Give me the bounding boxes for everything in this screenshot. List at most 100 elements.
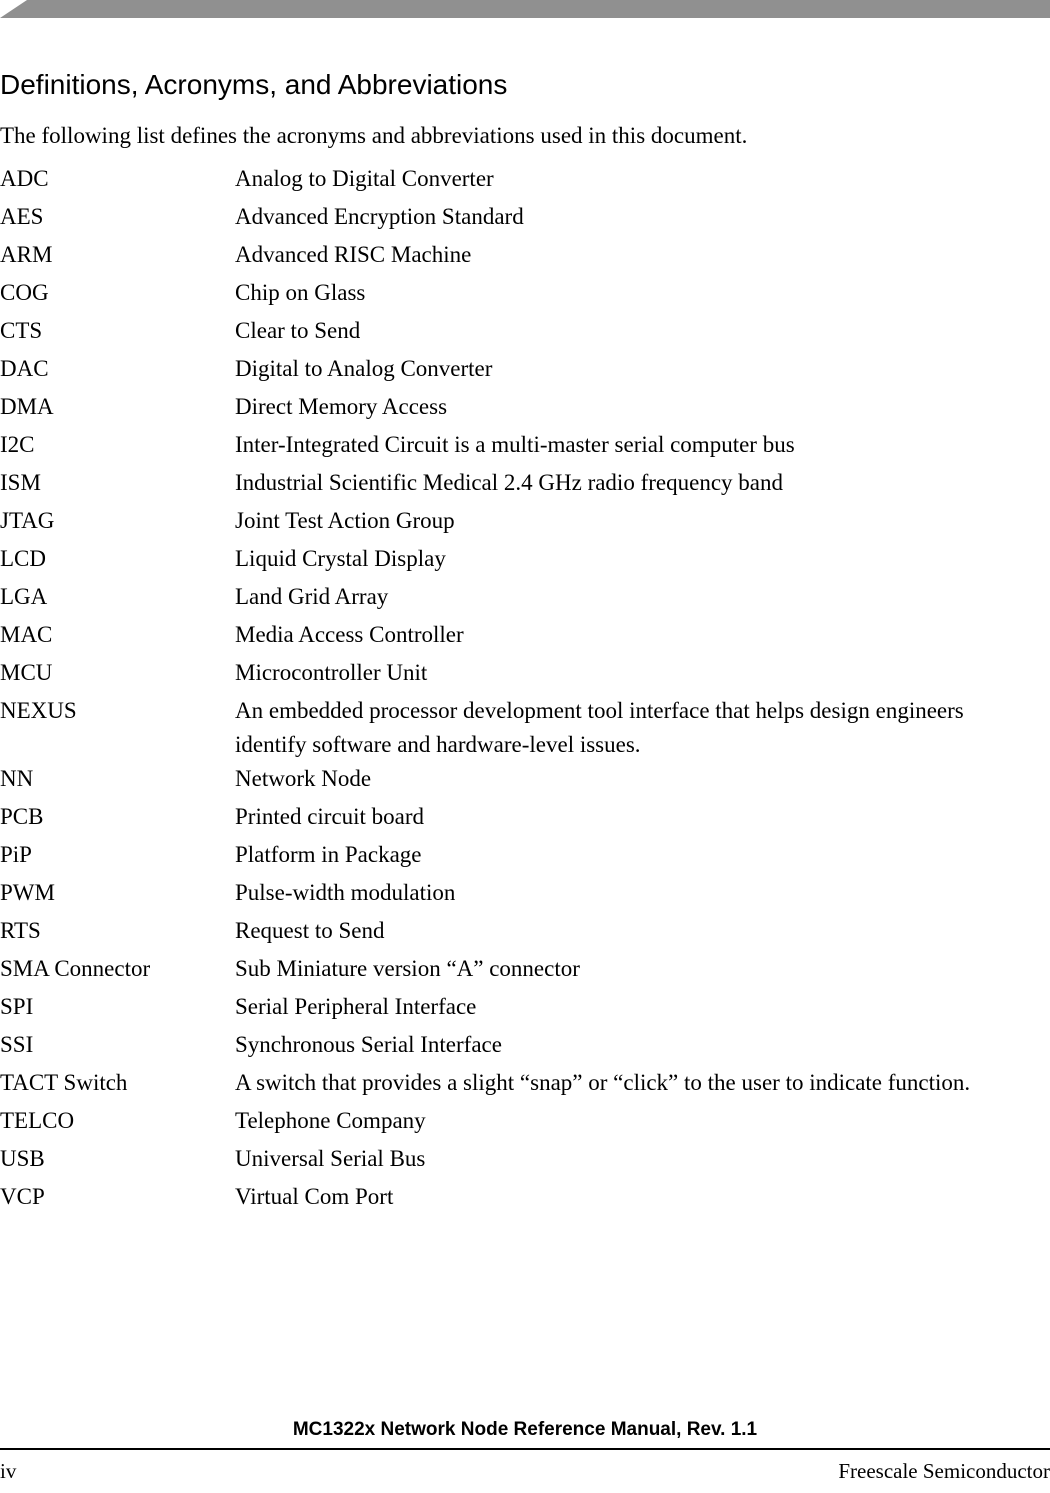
glossary-row: TACT Switch A switch that provides a slig… — [0, 1064, 1050, 1102]
glossary-definition-line: Digital to Analog Converter — [235, 356, 493, 381]
glossary-definition: Sub Miniature version “A” connector — [235, 950, 1050, 988]
glossary-definition-line: Industrial Scientific Medical 2.4 GHz ra… — [235, 470, 783, 495]
glossary-row: RTS Request to Send — [0, 912, 1050, 950]
glossary-definition: Advanced Encryption Standard — [235, 198, 1050, 236]
footer-page-number: iv — [0, 1459, 17, 1483]
glossary-definition-line: Land Grid Array — [235, 584, 389, 609]
glossary-term: RTS — [0, 918, 41, 943]
glossary-definition: Serial Peripheral Interface — [235, 988, 1050, 1026]
glossary-term: SSI — [0, 1032, 34, 1057]
glossary-row: I2C Inter-Integrated Circuit is a multi-m… — [0, 426, 1050, 464]
glossary-definition: Advanced RISC Machine — [235, 236, 1050, 274]
glossary-row: ARM Advanced RISC Machine — [0, 236, 1050, 274]
glossary-term: COG — [0, 280, 49, 305]
glossary-row: VCP Virtual Com Port — [0, 1178, 1050, 1216]
glossary-definition: Pulse-width modulation — [235, 874, 1050, 912]
footer-company-name: Freescale Semiconductor — [838, 1459, 1050, 1483]
glossary-definition-line: Universal Serial Bus — [235, 1146, 426, 1171]
page-footer: MC1322x Network Node Reference Manual, R… — [0, 1419, 1050, 1493]
glossary-term: SMA Connector — [0, 956, 151, 981]
glossary-definition-line: Printed circuit board — [235, 804, 425, 829]
glossary-definition-line: Serial Peripheral Interface — [235, 994, 477, 1019]
page-title: Definitions, Acronyms, and Abbreviations — [0, 69, 508, 100]
glossary-row: NEXUS An embedded processor development t… — [0, 692, 1050, 760]
glossary-definition-line: Microcontroller Unit — [235, 660, 428, 685]
glossary-definition: Digital to Analog Converter — [235, 350, 1050, 388]
glossary-definition: Printed circuit board — [235, 798, 1050, 836]
glossary-definition: Platform in Package — [235, 836, 1050, 874]
glossary-definition: Clear to Send — [235, 312, 1050, 350]
glossary-row: COG Chip on Glass — [0, 274, 1050, 312]
glossary-definition: Liquid Crystal Display — [235, 540, 1050, 578]
glossary-term: JTAG — [0, 508, 55, 533]
glossary-definition: Inter-Integrated Circuit is a multi-mast… — [235, 426, 1050, 464]
glossary-term: ADC — [0, 166, 49, 191]
glossary-definition: Universal Serial Bus — [235, 1140, 1050, 1178]
glossary-definition-line: A switch that provides a slight “snap” o… — [235, 1070, 971, 1095]
glossary-definition: An embedded processor development tool i… — [235, 692, 1050, 760]
glossary-term: AES — [0, 204, 44, 229]
glossary-definition-line: Direct Memory Access — [235, 394, 448, 419]
page-content: Definitions, Acronyms, and Abbreviations… — [0, 68, 1050, 1216]
glossary-term: USB — [0, 1146, 45, 1171]
glossary-definition-line: identify software and hardware-level iss… — [235, 732, 641, 757]
glossary-row: SMA Connector Sub Miniature version “A” c… — [0, 950, 1050, 988]
glossary-definition-line: Analog to Digital Converter — [235, 166, 494, 191]
glossary-definition-line: Advanced Encryption Standard — [235, 204, 524, 229]
glossary-list: ADC Analog to Digital Converter AES Advance… — [0, 160, 1050, 1216]
glossary-definition-line: Chip on Glass — [235, 280, 366, 305]
glossary-definition: Chip on Glass — [235, 274, 1050, 312]
glossary-definition-line: Synchronous Serial Interface — [235, 1032, 502, 1057]
glossary-definition-line: Advanced RISC Machine — [235, 242, 472, 267]
glossary-definition-line: Platform in Package — [235, 842, 422, 867]
glossary-term: MAC — [0, 622, 53, 647]
glossary-definition-line: Sub Miniature version “A” connector — [235, 956, 580, 981]
glossary-definition: Telephone Company — [235, 1102, 1050, 1140]
glossary-term: TACT Switch — [0, 1070, 128, 1095]
glossary-definition: Network Node — [235, 760, 1050, 798]
glossary-row: PiP Platform in Package — [0, 836, 1050, 874]
glossary-row: JTAG Joint Test Action Group — [0, 502, 1050, 540]
glossary-definition-line: Joint Test Action Group — [235, 508, 455, 533]
glossary-row: MAC Media Access Controller — [0, 616, 1050, 654]
glossary-row: PWM Pulse-width modulation — [0, 874, 1050, 912]
footer-manual-title: MC1322x Network Node Reference Manual, R… — [292, 1419, 758, 1440]
glossary-definition-line: Inter-Integrated Circuit is a multi-mast… — [235, 432, 795, 457]
glossary-definition: Microcontroller Unit — [235, 654, 1050, 692]
glossary-term: PCB — [0, 804, 44, 829]
glossary-definition-line: Network Node — [235, 766, 372, 791]
glossary-row: SPI Serial Peripheral Interface — [0, 988, 1050, 1026]
glossary-row: USB Universal Serial Bus — [0, 1140, 1050, 1178]
glossary-row: NN Network Node — [0, 760, 1050, 798]
glossary-term: DAC — [0, 356, 49, 381]
glossary-definition: Industrial Scientific Medical 2.4 GHz ra… — [235, 464, 1050, 502]
glossary-term: PiP — [0, 842, 32, 867]
glossary-term: LCD — [0, 546, 46, 571]
glossary-definition: Request to Send — [235, 912, 1050, 950]
glossary-row: ISM Industrial Scientific Medical 2.4 GHz… — [0, 464, 1050, 502]
intro-paragraph: The following list defines the acronyms … — [0, 123, 748, 148]
glossary-row: DAC Digital to Analog Converter — [0, 350, 1050, 388]
glossary-definition-line: Telephone Company — [235, 1108, 426, 1133]
header-decoration-bar — [0, 0, 1050, 18]
glossary-term: ISM — [0, 470, 41, 495]
glossary-definition-line: Pulse-width modulation — [235, 880, 456, 905]
glossary-term: DMA — [0, 394, 54, 419]
glossary-row: LCD Liquid Crystal Display — [0, 540, 1050, 578]
glossary-row: SSI Synchronous Serial Interface — [0, 1026, 1050, 1064]
glossary-definition-line: Virtual Com Port — [235, 1184, 394, 1209]
glossary-definition-line: Media Access Controller — [235, 622, 464, 647]
document-page: Definitions, Acronyms, and Abbreviations… — [0, 0, 1050, 1493]
glossary-definition: Land Grid Array — [235, 578, 1050, 616]
glossary-definition: Direct Memory Access — [235, 388, 1050, 426]
glossary-term: ARM — [0, 242, 53, 267]
glossary-row: PCB Printed circuit board — [0, 798, 1050, 836]
glossary-term: LGA — [0, 584, 48, 609]
glossary-term: PWM — [0, 880, 55, 905]
glossary-term: NEXUS — [0, 698, 77, 723]
glossary-definition: Synchronous Serial Interface — [235, 1026, 1050, 1064]
glossary-term: NN — [0, 766, 34, 791]
glossary-term: I2C — [0, 432, 35, 457]
glossary-definition: Analog to Digital Converter — [235, 160, 1050, 198]
footer-bottom-row: iv Freescale Semiconductor — [0, 1450, 1050, 1493]
